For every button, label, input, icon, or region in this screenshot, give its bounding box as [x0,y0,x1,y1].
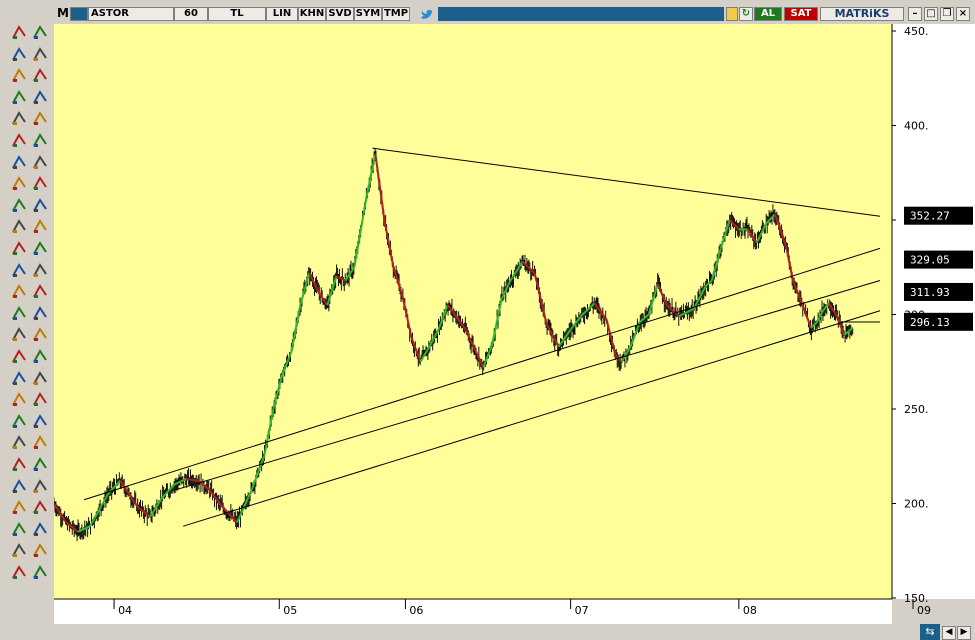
sym-button[interactable]: SYM [354,7,382,21]
arch-icon[interactable] [11,521,27,537]
indicator-5-icon[interactable] [32,499,48,515]
vertical-line-icon[interactable] [32,262,48,278]
eraser-icon[interactable] [32,305,48,321]
sync-icon[interactable]: ⇆ [920,624,940,640]
x-tick-label: 04 [118,604,132,617]
grid-lines-icon[interactable] [11,89,27,105]
price-label: 296.13 [910,316,950,329]
buy-button[interactable]: AL [754,7,782,21]
zoom-out-icon[interactable] [11,478,27,494]
indicator-icon[interactable] [32,391,48,407]
lock-icon[interactable] [32,24,48,40]
y-tick-label: 200. [904,498,929,511]
align-right-icon[interactable] [32,197,48,213]
x-tick-label: 08 [743,604,757,617]
arc-icon[interactable] [11,542,27,558]
drawing-toolbar [0,24,54,624]
diagonal-ruler-icon[interactable] [32,326,48,342]
arrow-left-icon[interactable] [11,370,27,386]
y-tick-label: 250. [904,403,929,416]
diagonal-lines-icon[interactable] [11,132,27,148]
price-label: 311.93 [910,286,950,299]
move-v-icon[interactable] [11,326,27,342]
cursor-arrow-icon[interactable] [32,46,48,62]
indicator-8-icon[interactable] [11,564,27,580]
khn-button[interactable]: KHN [298,7,326,21]
symbol-field[interactable]: ASTOR [88,7,174,21]
arrow-up-icon[interactable] [11,413,27,429]
indicator-4-icon[interactable] [32,456,48,472]
lin-button[interactable]: LIN [266,7,298,21]
expand-h-icon[interactable] [11,262,27,278]
scroll-left-icon[interactable]: ◀ [942,626,956,640]
parallel-channel-icon[interactable] [11,67,27,83]
tmp-button[interactable]: TMP [382,7,410,21]
plot-background [54,24,892,599]
ruler-3-icon[interactable] [32,348,48,364]
fan-icon[interactable] [11,46,27,62]
align-left-icon[interactable] [32,175,48,191]
horizontal-lines-icon[interactable] [11,110,27,126]
minus-icon[interactable] [32,218,48,234]
scissors-icon[interactable] [32,478,48,494]
indicator-9-icon[interactable] [32,564,48,580]
x-tick-label: 07 [575,604,589,617]
title-bar [438,7,724,21]
scroll-right-icon[interactable]: ▶ [957,626,971,640]
signal-icon[interactable] [32,240,48,256]
ruler-2-icon[interactable] [32,154,48,170]
arrow-down-icon[interactable] [11,434,27,450]
sell-button[interactable]: SAT [784,7,818,21]
indicator-7-icon[interactable] [32,542,48,558]
currency-field[interactable]: TL [208,7,266,21]
minimize-icon[interactable]: – [908,7,922,21]
x-tick-label: 09 [917,604,931,617]
ruler-icon[interactable] [32,132,48,148]
pattern-icon[interactable] [11,218,27,234]
y-tick-label: 400. [904,120,929,133]
trend-line-icon[interactable] [11,24,27,40]
crosshair-icon[interactable] [32,67,48,83]
twitter-icon[interactable] [420,7,434,21]
y-tick-label: 450. [904,25,929,38]
period-field[interactable]: 60 [174,7,208,21]
chart-icon[interactable] [726,7,738,21]
refresh-icon[interactable]: ↻ [739,7,753,21]
chart-area[interactable]: 450.400.350.300.250.200.150.040506070809… [53,24,975,628]
top-toolbar: M ASTOR 60 TL LIN KHN SVD SYM TMP ↻ AL S… [0,0,975,24]
close-icon[interactable]: × [956,7,970,21]
status-bar: ⇆ ◀ ▶ [0,624,975,640]
maximize-icon[interactable]: □ [924,7,938,21]
indicator-2-icon[interactable] [32,413,48,429]
price-label: 329.05 [910,254,950,267]
mode-button[interactable]: M [56,7,70,21]
restore-icon[interactable]: ❐ [940,7,954,21]
symbol-flag-icon [70,7,88,21]
price-label: 352.27 [910,210,950,223]
cycles-icon[interactable] [11,175,27,191]
svd-button[interactable]: SVD [326,7,354,21]
tools-icon[interactable] [32,110,48,126]
bell-icon[interactable] [11,240,27,256]
indicator-3-icon[interactable] [32,434,48,450]
price-chart[interactable]: 450.400.350.300.250.200.150.040506070809… [53,24,975,624]
zoom-fit-icon[interactable] [11,305,27,321]
arrow-right-icon[interactable] [11,391,27,407]
magnet-icon[interactable] [32,283,48,299]
x-axis-panel [54,599,892,624]
gann-icon[interactable] [11,154,27,170]
asterisk-icon[interactable] [11,348,27,364]
x-tick-label: 05 [283,604,297,617]
move-icon[interactable] [11,283,27,299]
label-icon[interactable] [11,197,27,213]
brand-logo: MATRiKS [820,7,904,21]
bookmark-icon[interactable] [32,370,48,386]
fibonacci-icon[interactable] [11,499,27,515]
indicator-6-icon[interactable] [32,521,48,537]
pencil-icon[interactable] [32,89,48,105]
x-tick-label: 06 [409,604,423,617]
zoom-in-icon[interactable] [11,456,27,472]
